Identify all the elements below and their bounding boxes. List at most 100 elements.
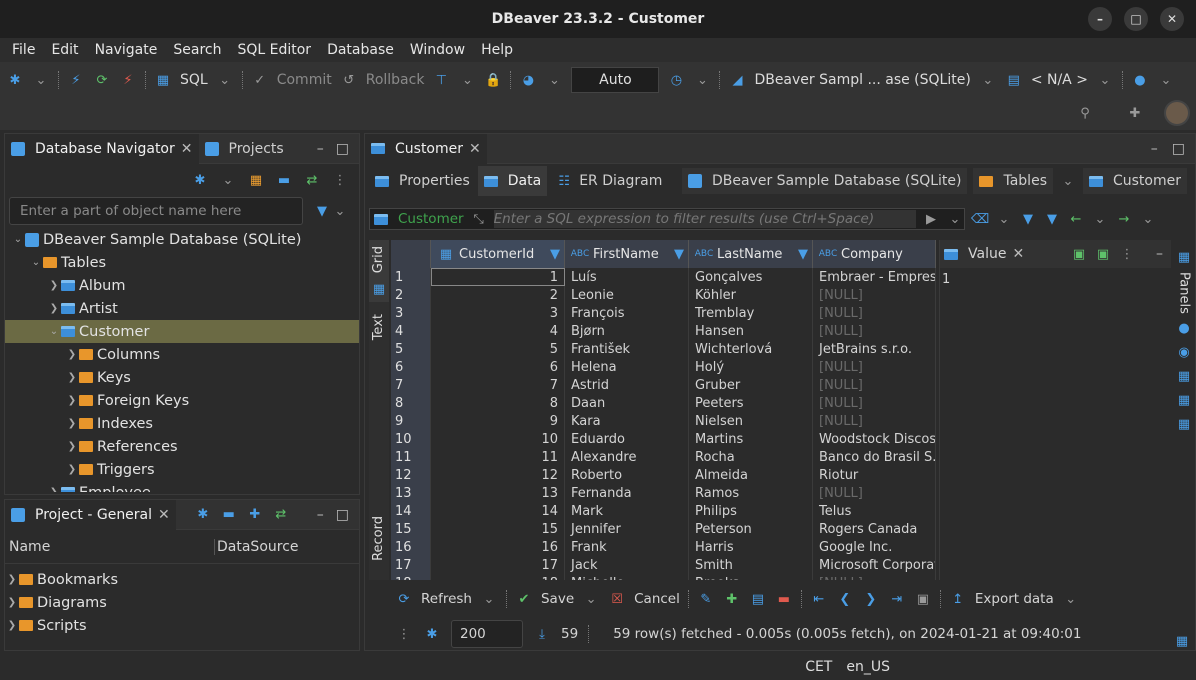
connect-icon[interactable]: ⚡ <box>67 71 85 89</box>
cell-company[interactable]: [NULL] <box>813 412 936 430</box>
chevron-down-icon[interactable]: ⌄ <box>11 234 25 245</box>
table-row[interactable]: 1818MichelleBrooks[NULL] <box>391 574 936 580</box>
maximize-button[interactable]: □ <box>1124 7 1148 31</box>
cell-firstname[interactable]: Kara <box>565 412 689 430</box>
menu-window[interactable]: Window <box>402 42 473 58</box>
cell-customerid[interactable]: 11 <box>431 448 565 466</box>
cell-lastname[interactable]: Nielsen <box>689 412 813 430</box>
chevron-right-icon[interactable]: ❯ <box>65 372 79 383</box>
menu-edit[interactable]: Edit <box>43 42 86 58</box>
new-connection-icon[interactable]: ✱ <box>191 171 209 189</box>
link-editor-icon[interactable]: ⇄ <box>303 171 321 189</box>
more-icon[interactable]: ⋮ <box>331 171 349 189</box>
cell-company[interactable]: [NULL] <box>813 394 936 412</box>
chevron-right-icon[interactable]: ❯ <box>47 280 61 291</box>
cell-firstname[interactable]: Jack <box>565 556 689 574</box>
refresh-icon[interactable]: ⟳ <box>395 590 413 608</box>
search-icon[interactable]: ⚲ <box>1076 104 1094 122</box>
cell-lastname[interactable]: Philips <box>689 502 813 520</box>
cell-firstname[interactable]: Luís <box>565 268 689 286</box>
avatar[interactable] <box>1164 100 1190 126</box>
tree-item-triggers[interactable]: ❯ Triggers <box>5 458 359 481</box>
fetch-size-input[interactable]: 200 <box>451 620 523 648</box>
cell-customerid[interactable]: 2 <box>431 286 565 304</box>
tab-record[interactable]: Record <box>369 510 389 580</box>
save-icon[interactable]: ✔ <box>515 590 533 608</box>
cell-customerid[interactable]: 16 <box>431 538 565 556</box>
tab-customer-editor[interactable]: Customer ✕ <box>365 133 487 164</box>
chevron-down-icon[interactable]: ⌄ <box>331 202 349 220</box>
copy-row-icon[interactable]: ▤ <box>749 590 767 608</box>
table-row[interactable]: 11 11 Alexandre Rocha Banco do Brasil S.A <box>391 448 936 466</box>
table-row[interactable]: 2 2 Leonie Köhler [NULL] <box>391 286 936 304</box>
cell-firstname[interactable]: Leonie <box>565 286 689 304</box>
column-header-firstname[interactable]: ABC FirstName ▼ <box>565 240 689 268</box>
active-schema-selector[interactable]: < N/A > <box>1031 72 1088 88</box>
maximize-icon[interactable]: □ <box>1172 141 1185 157</box>
column-header-datasource[interactable]: DataSource <box>215 539 299 555</box>
cell-company[interactable]: [NULL] <box>813 574 936 580</box>
cell-customerid[interactable]: 3 <box>431 304 565 322</box>
cell-firstname[interactable]: Eduardo <box>565 430 689 448</box>
save-value-icon[interactable]: ▣ <box>1070 245 1088 263</box>
breadcrumb-table[interactable]: Customer <box>1082 168 1187 194</box>
cell-customerid[interactable]: 17 <box>431 556 565 574</box>
transaction-mode-icon[interactable]: ⊤ <box>432 71 450 89</box>
close-icon[interactable]: ✕ <box>158 507 170 523</box>
locale-label[interactable]: en_US <box>846 659 890 675</box>
chevron-right-icon[interactable]: ❯ <box>47 487 61 492</box>
grouping-icon[interactable]: ▦ <box>1175 368 1193 386</box>
minimize-icon[interactable]: – <box>1156 246 1163 262</box>
cell-firstname[interactable]: Jennifer <box>565 520 689 538</box>
chevron-down-icon[interactable]: ⌄ <box>1059 172 1077 190</box>
cell-firstname[interactable]: Michelle <box>565 574 689 580</box>
chevron-right-icon[interactable]: ❯ <box>5 620 19 631</box>
tree-item-tables[interactable]: ⌄ Tables <box>5 251 359 274</box>
filter-icon[interactable]: ▼ <box>313 202 331 220</box>
tree-item-foreign-keys[interactable]: ❯ Foreign Keys <box>5 389 359 412</box>
forward-icon[interactable]: → <box>1115 210 1133 228</box>
menu-database[interactable]: Database <box>319 42 402 58</box>
cell-lastname[interactable]: Gruber <box>689 376 813 394</box>
chevron-right-icon[interactable]: ❯ <box>65 418 79 429</box>
cell-company[interactable]: [NULL] <box>813 304 936 322</box>
tab-project-general[interactable]: Project - General ✕ <box>5 499 176 530</box>
commit-button[interactable]: Commit <box>277 72 332 88</box>
tab-grid[interactable]: Grid ▦ <box>369 240 389 302</box>
cell-firstname[interactable]: Helena <box>565 358 689 376</box>
chevron-down-icon[interactable]: ⌄ <box>995 210 1013 228</box>
navigator-filter-input[interactable]: Enter a part of object name here <box>9 197 303 225</box>
table-row[interactable]: 9 9 Kara Nielsen [NULL] <box>391 412 936 430</box>
add-row-icon[interactable]: ✚ <box>723 590 741 608</box>
menu-search[interactable]: Search <box>165 42 229 58</box>
collapse-all-icon[interactable]: ▬ <box>220 506 238 524</box>
table-row[interactable]: 1 1 Luís Gonçalves Embraer - Empresa <box>391 268 936 286</box>
table-row[interactable]: 14 14 Mark Philips Telus <box>391 502 936 520</box>
tree-item-artist[interactable]: ❯ Artist <box>5 297 359 320</box>
cell-customerid[interactable]: 8 <box>431 394 565 412</box>
cell-company[interactable]: [NULL] <box>813 484 936 502</box>
value-content[interactable]: 1 <box>940 268 1171 291</box>
chevron-down-icon[interactable]: ⌄ <box>1096 71 1114 89</box>
maximize-icon[interactable]: □ <box>336 141 349 157</box>
chevron-right-icon[interactable]: ❯ <box>65 464 79 475</box>
cell-company[interactable]: Google Inc. <box>813 538 936 556</box>
table-row[interactable]: 6 6 Helena Holý [NULL] <box>391 358 936 376</box>
edit-row-icon[interactable]: ✎ <box>697 590 715 608</box>
eraser-icon[interactable]: ⌫ <box>971 210 989 228</box>
tree-item-dbeaver-sample-database-sqlite-[interactable]: ⌄ DBeaver Sample Database (SQLite) <box>5 228 359 251</box>
tree-item-keys[interactable]: ❯ Keys <box>5 366 359 389</box>
tab-data[interactable]: Data <box>477 166 548 196</box>
close-icon[interactable]: ✕ <box>1012 246 1024 262</box>
cell-firstname[interactable]: František <box>565 340 689 358</box>
tree-item-album[interactable]: ❯ Album <box>5 274 359 297</box>
cell-customerid[interactable]: 12 <box>431 466 565 484</box>
minimize-button[interactable]: – <box>1088 7 1112 31</box>
cell-lastname[interactable]: Peterson <box>689 520 813 538</box>
configure-icon[interactable]: ✱ <box>194 506 212 524</box>
chevron-down-icon[interactable]: ⌄ <box>693 71 711 89</box>
table-row[interactable]: 15 15 Jennifer Peterson Rogers Canada <box>391 520 936 538</box>
cancel-button[interactable]: Cancel <box>634 591 680 607</box>
delete-row-icon[interactable]: ▬ <box>775 590 793 608</box>
breadcrumb-database[interactable]: DBeaver Sample Database (SQLite) <box>681 168 968 194</box>
